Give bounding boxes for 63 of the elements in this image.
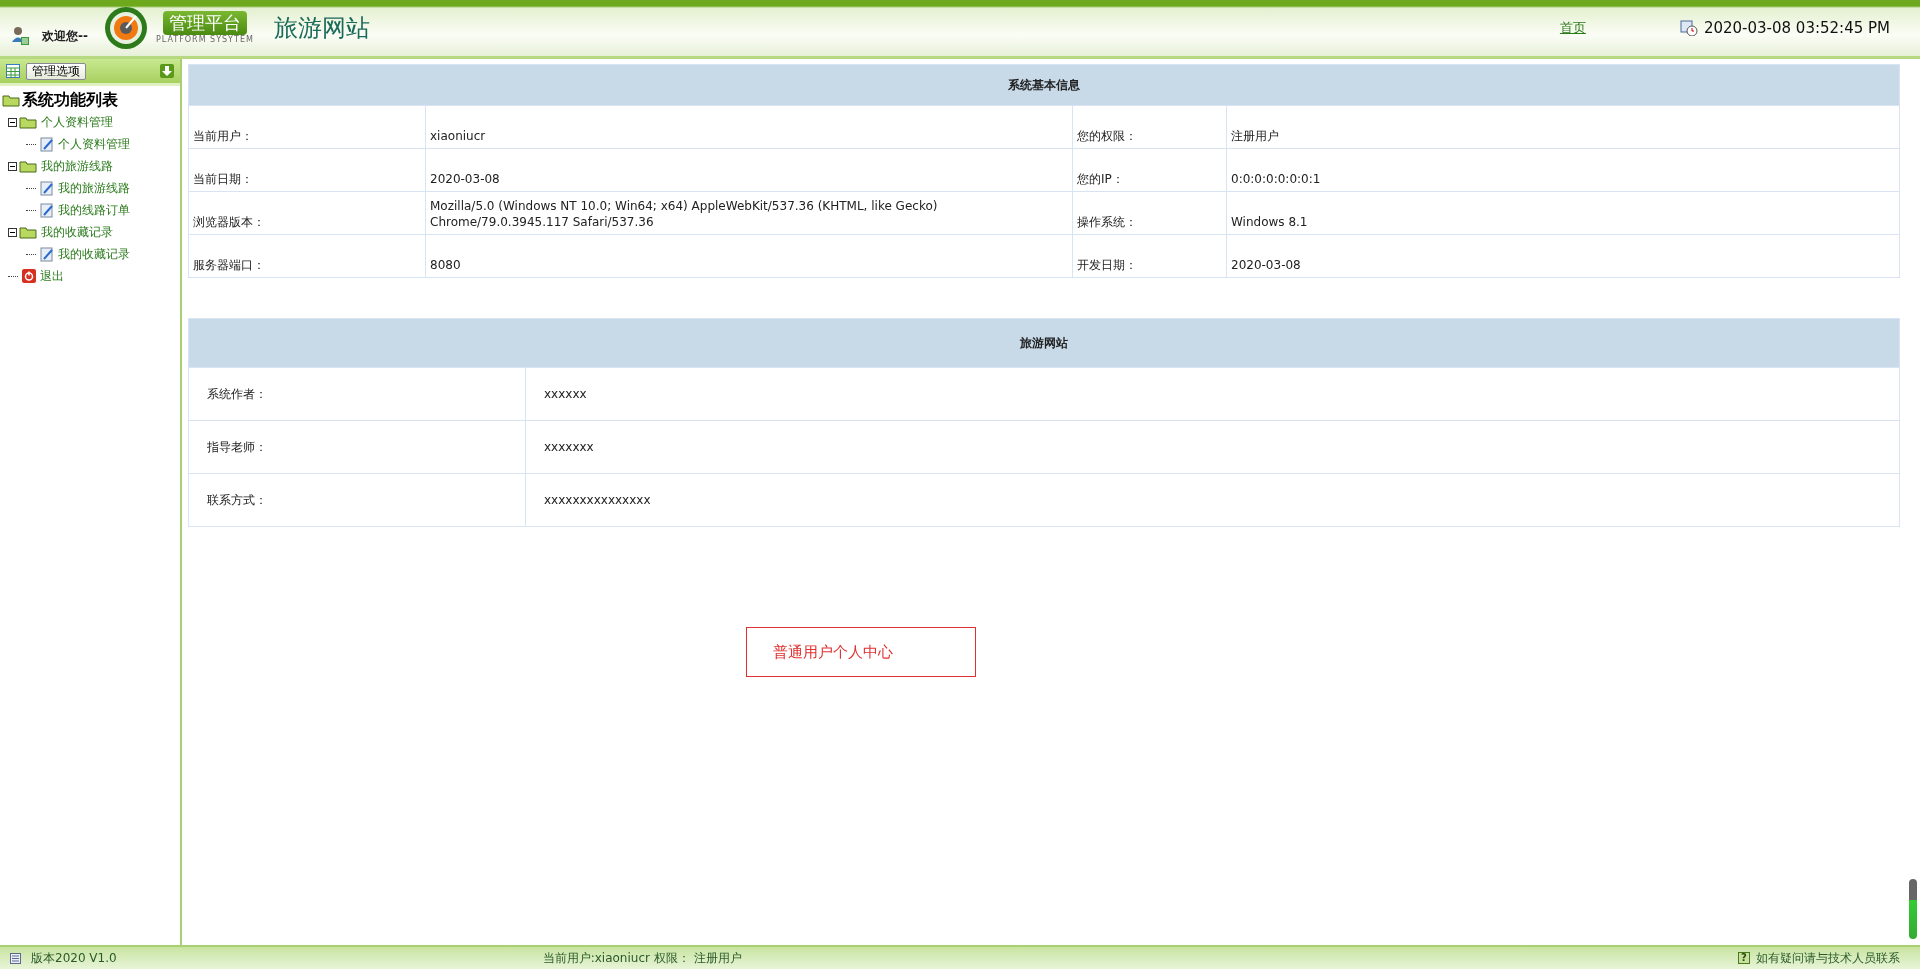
welcome-text: 欢迎您-- [42,27,88,45]
table-cell: 8080 [425,234,1073,278]
table-cell: 服务器端口： [188,234,426,278]
table-cell: 联系方式： [188,473,526,527]
collapse-toggle-icon[interactable] [8,161,17,171]
help-icon: ? [1738,952,1750,964]
table-cell: 指导老师： [188,420,526,474]
notepad-pencil-icon [40,180,54,196]
table-cell: 系统作者： [188,367,526,421]
options-button[interactable]: 管理选项 [26,62,86,80]
tree-root-label: 系统功能列表 [22,90,118,111]
table-cell: xxxxxx [525,367,1900,421]
table-cell: 2020-03-08 [1226,234,1900,278]
table-cell: 浏览器版本： [188,191,426,235]
sidebar-item[interactable]: 我的收藏记录 [58,245,130,263]
table-cell: 操作系统： [1072,191,1227,235]
badge-subtitle: PLATFORM SYSYTEM [155,35,254,45]
folder-icon [19,225,37,239]
table-cell: 0:0:0:0:0:0:0:1 [1226,148,1900,192]
table-header: 系统基本信息 [188,64,1900,106]
download-arrow-icon[interactable] [160,64,174,78]
user-icon [12,26,30,46]
table-header: 旅游网站 [188,318,1900,368]
folder-icon [19,159,37,173]
notepad-pencil-icon [40,246,54,262]
sidebar-item[interactable]: 退出 [40,267,64,285]
table-cell: 当前用户： [188,105,426,149]
table-icon [6,64,20,78]
table-cell: 2020-03-08 [425,148,1073,192]
table-cell: 当前日期： [188,148,426,192]
collapse-toggle-icon[interactable] [8,117,17,127]
table-cell: Windows 8.1 [1226,191,1900,235]
sidebar-item[interactable]: 个人资料管理 [58,135,130,153]
notepad-pencil-icon [40,202,54,218]
help-text: 如有疑问请与技术人员联系 [1756,949,1900,967]
scrollbar[interactable] [1909,879,1917,939]
sidebar-item[interactable]: 个人资料管理 [41,113,113,131]
table-cell: xxxxxxxxxxxxxxx [525,473,1900,527]
folder-icon [2,94,20,107]
folder-icon [19,115,37,129]
table-cell: xxxxxxx [525,420,1900,474]
table-cell: 您的权限： [1072,105,1227,149]
current-user-text: 当前用户:xiaoniucr 权限： 注册用户 [542,949,742,967]
badge-title: 管理平台 [162,11,247,35]
center-label: 普通用户个人中心 [746,627,976,677]
version-text: 版本2020 V1.0 [31,949,117,967]
datetime-text: 2020-03-08 03:52:45 PM [1703,19,1890,37]
table-cell: xiaoniucr [425,105,1073,149]
sidebar-item[interactable]: 我的线路订单 [58,201,130,219]
table-cell: Mozilla/5.0 (Windows NT 10.0; Win64; x64) AppleWebKit/537.36 (KHTML, like Gecko) Chrome/79.0.3945.117 Safari/537.36 [425,191,1073,235]
table-cell: 注册用户 [1226,105,1900,149]
sidebar-item[interactable]: 我的收藏记录 [41,223,113,241]
sidebar-item[interactable]: 我的旅游线路 [41,157,113,175]
home-link[interactable]: 首页 [1559,19,1586,37]
target-logo-icon [103,6,148,50]
collapse-toggle-icon[interactable] [8,227,17,237]
sidebar-item[interactable]: 我的旅游线路 [58,179,130,197]
calendar-clock-icon [1679,20,1698,36]
table-cell: 您的IP： [1072,148,1227,192]
table-cell: 开发日期： [1072,234,1227,278]
site-title: 旅游网站 [273,13,370,44]
notepad-pencil-icon [40,136,54,152]
power-icon [22,269,36,283]
